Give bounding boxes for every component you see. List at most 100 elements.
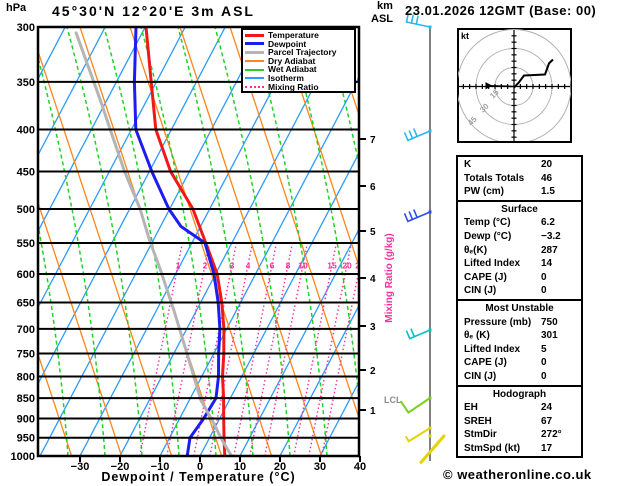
wind-barb-tick [400, 400, 410, 414]
stat-value: 46 [541, 172, 553, 184]
wind-barb-shaft [419, 434, 446, 464]
dewpoint-curve [132, 28, 222, 455]
pressure-tick-label: 1000 [11, 451, 35, 463]
stat-row: Lifted Index 5 [458, 343, 581, 357]
stat-label: StmDir [464, 429, 497, 441]
stat-row: CAPE (J) 0 [458, 271, 581, 285]
km-tick-label: 3 [370, 322, 376, 333]
legend-swatch [245, 77, 264, 80]
stat-value: 0 [541, 271, 547, 283]
stat-value: 0 [541, 370, 547, 382]
stat-label: StmSpd (kt) [464, 442, 521, 454]
legend-item-label: Mixing Ratio [268, 81, 319, 92]
stat-value: 0 [541, 285, 547, 297]
legend: Temperature Dewpoint Parcel Trajectory Dry … [241, 28, 356, 94]
legend-swatch [245, 33, 264, 37]
stats-section: Surface Temp (°C) 6.2 Dewp (°C) −3.2 θₑ(K) 287… [458, 202, 581, 301]
hodograph: 153045kt [457, 28, 572, 143]
stat-label: PW (cm) [464, 186, 504, 198]
wind-barb-shaft [407, 397, 431, 414]
stat-label: EH [464, 402, 478, 414]
km-tick-label: 1 [370, 406, 376, 417]
pressure-tick-label: 950 [17, 433, 35, 445]
wind-barb-tick [413, 128, 418, 138]
wind-barb-shaft [407, 427, 431, 443]
stat-row: PW (cm) 1.5 [458, 185, 581, 199]
km-tick-label: 5 [370, 227, 376, 238]
mixing-ratio-value-label: 10 [298, 261, 308, 271]
wet-adiabat-line [39, 58, 106, 455]
stat-label: Lifted Index [464, 258, 521, 270]
stat-row: StmDir 272° [458, 428, 581, 442]
wet-adiabat-line [66, 28, 143, 455]
km-tick-label: 2 [370, 366, 376, 377]
stat-label: CAPE (J) [464, 357, 507, 369]
wind-barb [405, 328, 432, 340]
page-title: 45°30'N 12°20'E 3m ASL [52, 3, 255, 19]
stat-label: Dewp (°C) [464, 230, 512, 242]
stat-label: CIN (J) [464, 285, 497, 297]
legend-swatch [245, 50, 264, 54]
stat-row: Pressure (mb) 750 [458, 316, 581, 330]
wet-adiabat-line [103, 28, 180, 455]
stat-row: Lifted Index 14 [458, 257, 581, 271]
stat-value: 20 [541, 159, 553, 170]
stat-value: 272° [541, 429, 562, 441]
stat-row: Temp (°C) 6.2 [458, 216, 581, 230]
wind-barb-tick [403, 132, 409, 142]
mixing-ratio-value-label: 2 [203, 261, 208, 271]
pressure-tick-label: 350 [17, 77, 35, 89]
pressure-tick-label: 450 [17, 166, 35, 178]
stats-section: K 20 Totals Totals 46 PW (cm) 1.5 [458, 157, 581, 202]
stat-row: θₑ (K) 301 [458, 329, 581, 343]
datetime-title: 23.01.2026 12GMT (Base: 00) [405, 3, 597, 18]
wind-barb-tick [405, 436, 410, 443]
mixing-ratio-value-label: 8 [286, 261, 291, 271]
stat-value: 1.5 [541, 186, 555, 198]
stat-value: 6.2 [541, 217, 555, 229]
dry-adiabat-line [39, 355, 72, 455]
stat-value: 0 [541, 357, 547, 369]
wind-barb-tick [403, 213, 409, 223]
stats-section-title: Most Unstable [485, 302, 554, 314]
mixing-ratio-value-label: 20 [342, 261, 352, 271]
stat-row: SREH 67 [458, 415, 581, 429]
stats-section: Most Unstable Pressure (mb) 750 θₑ (K) 301 Li… [458, 301, 581, 387]
pressure-tick-label: 850 [17, 393, 35, 405]
wind-barb [405, 426, 432, 443]
wind-barb-shaft [405, 21, 431, 28]
stat-row: θₑ(K) 287 [458, 244, 581, 258]
legend-item: Mixing Ratio [245, 83, 354, 92]
wind-barb-tick [408, 130, 414, 140]
stat-row: Totals Totals 46 [458, 172, 581, 186]
mixing-ratio-value-label: 15 [327, 261, 337, 271]
wind-barb [403, 128, 432, 142]
stats-section: Hodograph EH 24 SREH 67 StmDir 272° StmSpd (kt)… [458, 387, 581, 457]
skewt-sounding-page: 1 2 3 4 6 8 10 15 20 25 300 350 400 450 500 550 600 650 70… [0, 0, 629, 486]
stat-row: StmSpd (kt) 17 [458, 442, 581, 456]
stat-value: 5 [541, 343, 547, 355]
stat-value: 750 [541, 316, 558, 328]
stat-row: CIN (J) 0 [458, 284, 581, 298]
stat-label: θₑ (K) [464, 330, 490, 342]
stat-label: SREH [464, 415, 492, 427]
stats-panel: K 20 Totals Totals 46 PW (cm) 1.5 Surface Temp … [456, 155, 583, 459]
wind-barb-tick [413, 209, 418, 219]
mixing-ratio-value-label: 4 [246, 261, 251, 271]
stat-value: 24 [541, 402, 553, 414]
km-tick-label: 6 [370, 182, 376, 193]
stat-label: CIN (J) [464, 370, 497, 382]
wind-barb-tick [405, 330, 411, 340]
stat-row: Dewp (°C) −3.2 [458, 230, 581, 244]
wind-barb-tick [408, 211, 414, 221]
stats-section-title: Surface [501, 203, 538, 215]
stat-value: −3.2 [541, 230, 561, 242]
mixing-ratio-value-label: 6 [270, 261, 275, 271]
mixing-ratio-line [166, 243, 210, 455]
stat-label: CAPE (J) [464, 271, 507, 283]
temperature-curve [144, 28, 227, 455]
pressure-tick-label: 750 [17, 348, 35, 360]
pressure-tick-label: 400 [17, 125, 35, 137]
stat-row: CIN (J) 0 [458, 370, 581, 384]
pressure-tick-label: 650 [17, 298, 35, 310]
